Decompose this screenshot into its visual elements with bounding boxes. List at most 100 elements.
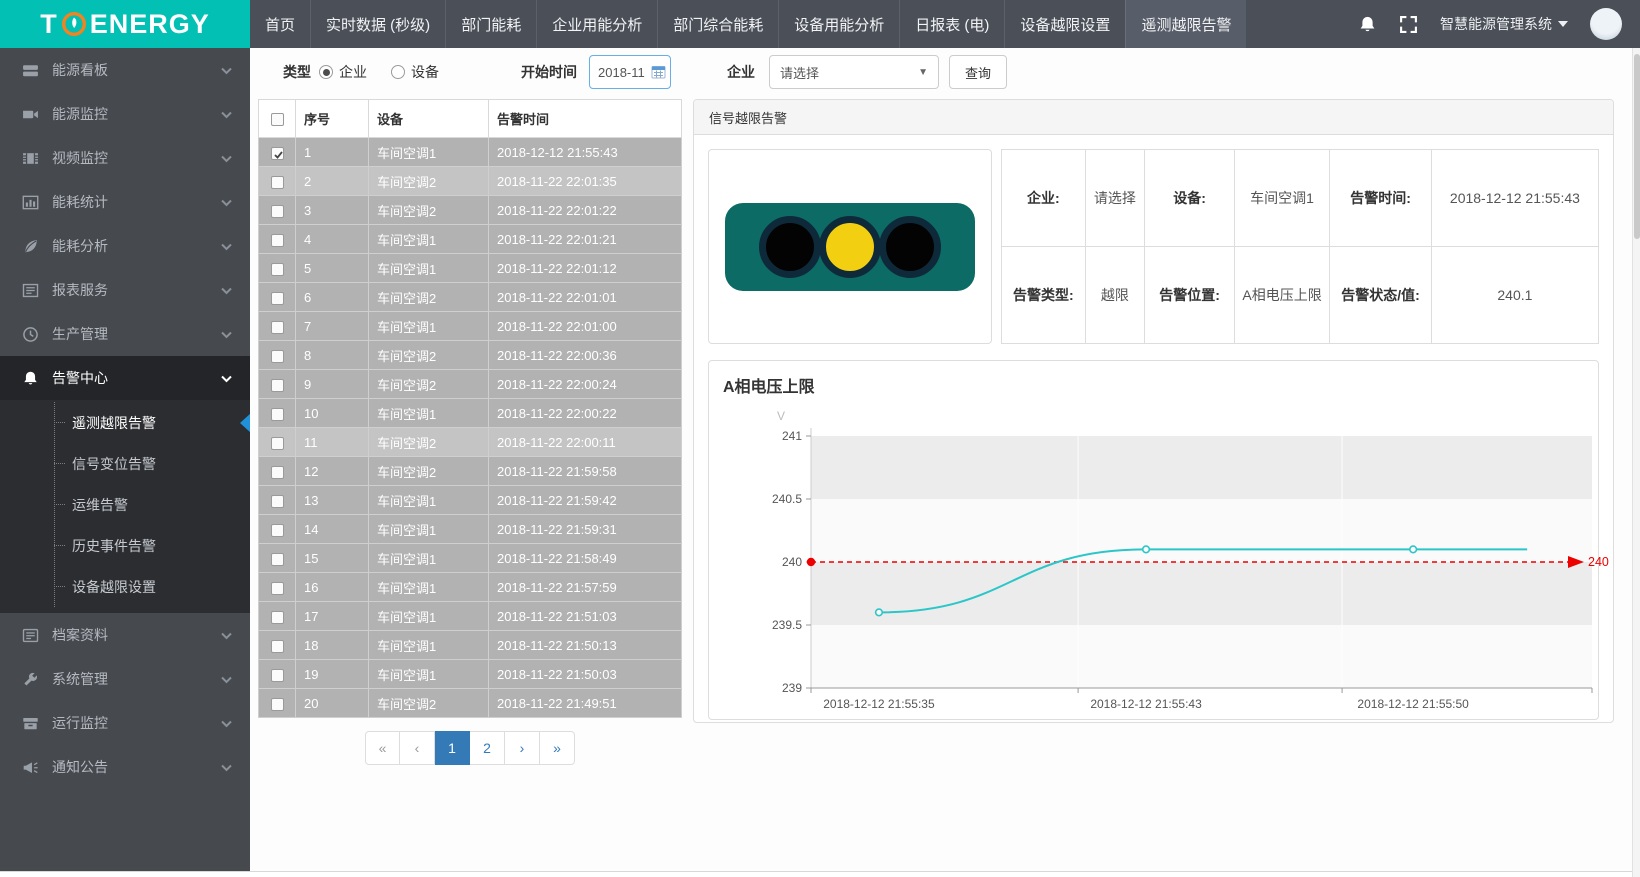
row-checkbox[interactable] bbox=[271, 698, 284, 711]
row-checkbox[interactable] bbox=[271, 292, 284, 305]
table-row[interactable]: 11车间空调22018-11-22 22:00:11 bbox=[259, 428, 682, 457]
table-row[interactable]: 18车间空调12018-11-22 21:50:13 bbox=[259, 631, 682, 660]
table-row[interactable]: 14车间空调12018-11-22 21:59:31 bbox=[259, 515, 682, 544]
sidebar-subitem[interactable]: 信号变位告警 bbox=[55, 443, 250, 484]
sidebar-subitem[interactable]: 运维告警 bbox=[55, 484, 250, 525]
table-row[interactable]: 7车间空调12018-11-22 22:01:00 bbox=[259, 312, 682, 341]
chevron-down-icon bbox=[221, 150, 232, 166]
table-row[interactable]: 12车间空调22018-11-22 21:59:58 bbox=[259, 457, 682, 486]
sidebar-item[interactable]: 能源看板 bbox=[0, 48, 250, 92]
row-checkbox[interactable] bbox=[271, 350, 284, 363]
table-row[interactable]: 10车间空调12018-11-22 22:00:22 bbox=[259, 399, 682, 428]
sidebar-item[interactable]: 生产管理 bbox=[0, 312, 250, 356]
type-radio[interactable] bbox=[391, 65, 405, 79]
row-checkbox[interactable] bbox=[271, 176, 284, 189]
cell-time: 2018-11-22 21:59:42 bbox=[489, 486, 682, 515]
row-checkbox[interactable] bbox=[271, 147, 284, 160]
row-checkbox[interactable] bbox=[271, 263, 284, 276]
select-all-checkbox[interactable] bbox=[271, 113, 284, 126]
table-row[interactable]: 16车间空调12018-11-22 21:57:59 bbox=[259, 573, 682, 602]
sidebar-item[interactable]: 通知公告 bbox=[0, 745, 250, 789]
sidebar-item[interactable]: 告警中心 bbox=[0, 356, 250, 400]
top-nav-item[interactable]: 实时数据 (秒级) bbox=[310, 0, 445, 48]
table-row[interactable]: 1车间空调12018-12-12 21:55:43 bbox=[259, 138, 682, 167]
sidebar-subitem[interactable]: 历史事件告警 bbox=[55, 525, 250, 566]
cell-time: 2018-11-22 21:58:49 bbox=[489, 544, 682, 573]
table-row[interactable]: 15车间空调12018-11-22 21:58:49 bbox=[259, 544, 682, 573]
table-row[interactable]: 2车间空调22018-11-22 22:01:35 bbox=[259, 167, 682, 196]
pagination-button[interactable]: ‹ bbox=[400, 731, 435, 765]
cell-device: 车间空调2 bbox=[369, 196, 489, 225]
svg-text:V: V bbox=[777, 409, 785, 423]
vertical-scrollbar[interactable] bbox=[1632, 48, 1640, 877]
top-nav-item[interactable]: 设备用能分析 bbox=[778, 0, 899, 48]
top-nav-item[interactable]: 部门综合能耗 bbox=[657, 0, 778, 48]
chevron-down-icon bbox=[221, 238, 232, 254]
top-nav-item[interactable]: 企业用能分析 bbox=[536, 0, 657, 48]
row-checkbox[interactable] bbox=[271, 321, 284, 334]
type-radio-label[interactable]: 设备 bbox=[411, 62, 439, 82]
top-nav-item[interactable]: 设备越限设置 bbox=[1004, 0, 1125, 48]
table-row[interactable]: 8车间空调22018-11-22 22:00:36 bbox=[259, 341, 682, 370]
chevron-down-icon bbox=[221, 326, 232, 342]
search-button[interactable]: 查询 bbox=[949, 55, 1007, 89]
type-radio-label[interactable]: 企业 bbox=[339, 62, 367, 82]
top-nav-item[interactable]: 日报表 (电) bbox=[899, 0, 1004, 48]
table-row[interactable]: 6车间空调22018-11-22 22:01:01 bbox=[259, 283, 682, 312]
alarm-info-table: 企业:请选择设备:车间空调1告警时间:2018-12-12 21:55:43告警… bbox=[1001, 149, 1599, 344]
row-checkbox[interactable] bbox=[271, 466, 284, 479]
report-icon bbox=[22, 282, 39, 299]
pagination-button[interactable]: 1 bbox=[435, 731, 470, 765]
pagination-button[interactable]: » bbox=[540, 731, 575, 765]
column-header-time: 告警时间 bbox=[489, 100, 682, 138]
sidebar-subitem[interactable]: 设备越限设置 bbox=[55, 566, 250, 607]
row-checkbox[interactable] bbox=[271, 408, 284, 421]
avatar[interactable] bbox=[1590, 8, 1622, 40]
cell-seq: 13 bbox=[296, 486, 369, 515]
top-nav-item[interactable]: 部门能耗 bbox=[445, 0, 536, 48]
fullscreen-icon[interactable] bbox=[1399, 15, 1418, 34]
row-checkbox[interactable] bbox=[271, 553, 284, 566]
info-value: 车间空调1 bbox=[1234, 150, 1330, 247]
sidebar-item[interactable]: 档案资料 bbox=[0, 613, 250, 657]
row-checkbox[interactable] bbox=[271, 379, 284, 392]
pagination-button[interactable]: « bbox=[365, 731, 400, 765]
sidebar-item[interactable]: 运行监控 bbox=[0, 701, 250, 745]
row-checkbox[interactable] bbox=[271, 669, 284, 682]
row-checkbox[interactable] bbox=[271, 437, 284, 450]
row-checkbox[interactable] bbox=[271, 495, 284, 508]
chevron-down-icon bbox=[221, 106, 232, 122]
row-checkbox[interactable] bbox=[271, 582, 284, 595]
table-row[interactable]: 9车间空调22018-11-22 22:00:24 bbox=[259, 370, 682, 399]
sidebar-item[interactable]: 能耗统计 bbox=[0, 180, 250, 224]
row-checkbox[interactable] bbox=[271, 524, 284, 537]
table-row[interactable]: 17车间空调12018-11-22 21:51:03 bbox=[259, 602, 682, 631]
sidebar-item[interactable]: 系统管理 bbox=[0, 657, 250, 701]
pagination-button[interactable]: › bbox=[505, 731, 540, 765]
sidebar-item[interactable]: 能源监控 bbox=[0, 92, 250, 136]
table-row[interactable]: 20车间空调22018-11-22 21:49:51 bbox=[259, 689, 682, 718]
enterprise-select[interactable]: 请选择 ▼ bbox=[769, 55, 939, 89]
table-row[interactable]: 13车间空调12018-11-22 21:59:42 bbox=[259, 486, 682, 515]
calendar-icon[interactable] bbox=[651, 64, 666, 82]
row-checkbox[interactable] bbox=[271, 640, 284, 653]
row-checkbox[interactable] bbox=[271, 205, 284, 218]
scrollbar-thumb[interactable] bbox=[1634, 54, 1640, 239]
sidebar-item[interactable]: 视频监控 bbox=[0, 136, 250, 180]
table-row[interactable]: 4车间空调12018-11-22 22:01:21 bbox=[259, 225, 682, 254]
svg-text:239.5: 239.5 bbox=[772, 618, 802, 632]
sidebar-item[interactable]: 能耗分析 bbox=[0, 224, 250, 268]
notifications-bell-icon[interactable] bbox=[1358, 15, 1377, 34]
row-checkbox[interactable] bbox=[271, 234, 284, 247]
top-nav-item[interactable]: 首页 bbox=[250, 0, 310, 48]
row-checkbox[interactable] bbox=[271, 611, 284, 624]
sidebar-item[interactable]: 报表服务 bbox=[0, 268, 250, 312]
table-row[interactable]: 19车间空调12018-11-22 21:50:03 bbox=[259, 660, 682, 689]
system-name-menu[interactable]: 智慧能源管理系统 bbox=[1440, 14, 1568, 34]
sidebar-subitem[interactable]: 遥测越限告警 bbox=[55, 402, 250, 443]
pagination-button[interactable]: 2 bbox=[470, 731, 505, 765]
type-radio[interactable] bbox=[319, 65, 333, 79]
table-row[interactable]: 3车间空调22018-11-22 22:01:22 bbox=[259, 196, 682, 225]
table-row[interactable]: 5车间空调12018-11-22 22:01:12 bbox=[259, 254, 682, 283]
top-nav-item[interactable]: 遥测越限告警 bbox=[1125, 0, 1246, 48]
